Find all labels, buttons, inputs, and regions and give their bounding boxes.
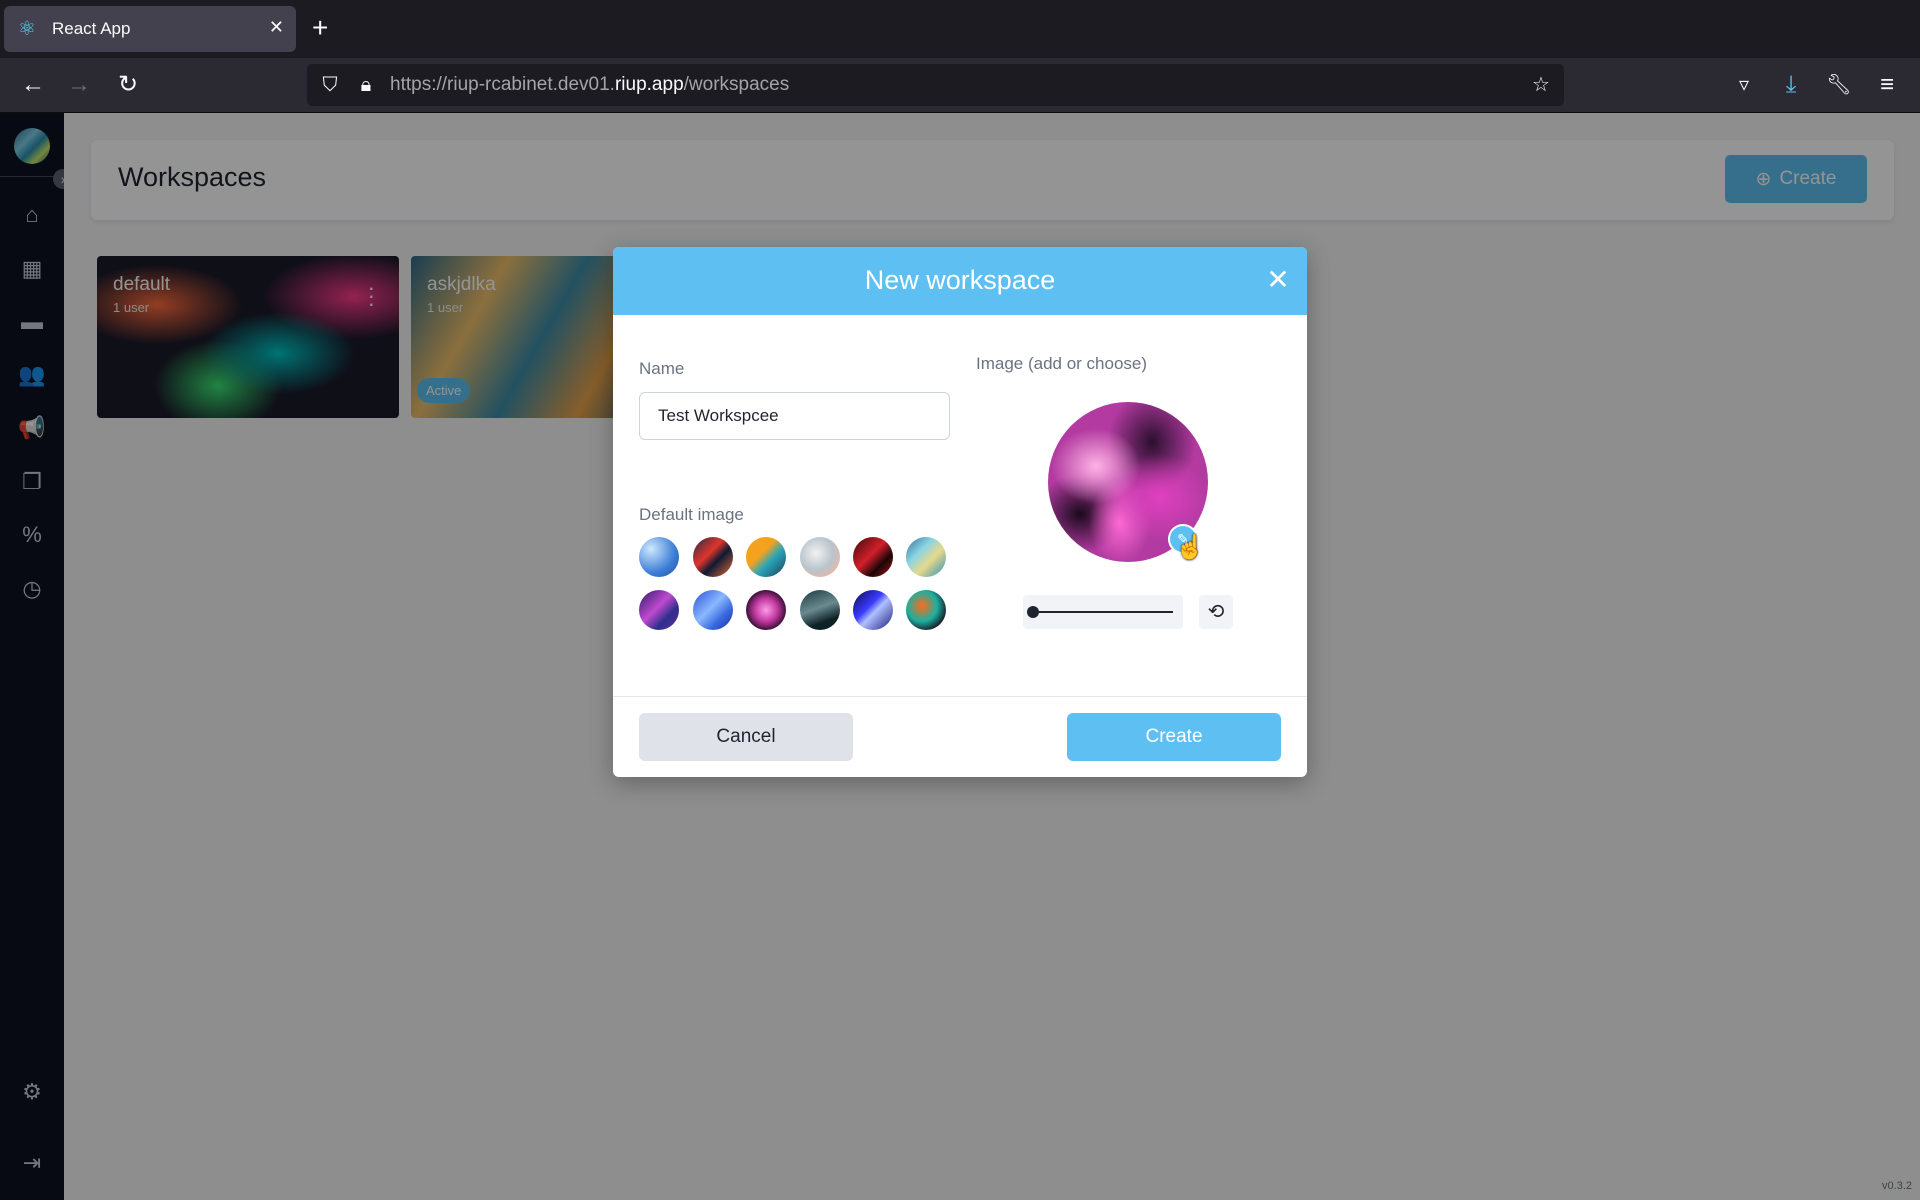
default-image-label: Default image [639,505,744,524]
pointer-cursor-icon: ☝ [1175,534,1205,561]
modal-footer-divider [613,696,1307,697]
default-image-option[interactable] [800,590,840,630]
pocket-icon[interactable]: ▿ [1729,70,1759,100]
create-button[interactable]: Create [1067,713,1281,761]
default-image-option[interactable] [906,537,946,577]
new-tab-icon[interactable]: + [312,14,328,42]
cancel-button[interactable]: Cancel [639,713,853,761]
tab-close-icon[interactable]: ✕ [269,17,284,38]
image-label: Image (add or choose) [976,354,1148,373]
shield-icon[interactable]: ⛉ [318,73,342,97]
browser-tab-bar: ⚛ React App ✕ + [0,0,1920,58]
zoom-slider-track [1033,611,1173,613]
react-icon: ⚛ [18,18,36,40]
zoom-slider[interactable] [1023,595,1183,629]
default-image-option[interactable] [853,590,893,630]
name-label: Name [639,359,685,378]
new-workspace-modal: New workspace ✕ Name Default image Image… [613,247,1307,777]
back-icon[interactable]: ← [18,70,48,100]
tab-title: React App [52,19,131,38]
zoom-slider-handle[interactable] [1027,606,1039,618]
reload-icon[interactable]: ↻ [113,70,143,100]
download-icon[interactable]: ⤓ [1776,70,1806,100]
default-image-option[interactable] [853,537,893,577]
default-image-option[interactable] [746,590,786,630]
url-bar[interactable]: ⛉ 🔒︎ https://riup-rcabinet.dev01.riup.ap… [307,64,1564,106]
default-image-option[interactable] [800,537,840,577]
browser-nav-bar: ← → ↻ ⛉ 🔒︎ https://riup-rcabinet.dev01.r… [0,58,1920,113]
default-image-option[interactable] [639,590,679,630]
rotate-icon[interactable]: ⟲ [1199,595,1233,629]
modal-title: New workspace [864,265,1056,295]
lock-icon[interactable]: 🔒︎ [354,73,378,97]
workspace-name-input[interactable] [639,392,950,440]
forward-icon[interactable]: → [64,70,94,100]
default-image-option[interactable] [639,537,679,577]
wrench-icon[interactable]: 🔧︎ [1824,70,1854,100]
url-text[interactable]: https://riup-rcabinet.dev01.riup.app/wor… [390,74,789,96]
default-image-option[interactable] [746,537,786,577]
close-icon[interactable]: ✕ [1263,265,1293,295]
default-image-option[interactable] [693,537,733,577]
default-image-option[interactable] [693,590,733,630]
menu-icon[interactable]: ≡ [1872,70,1902,100]
browser-tab[interactable]: ⚛ React App ✕ [4,6,296,52]
modal-header: New workspace ✕ [613,247,1307,315]
bookmark-star-icon[interactable]: ☆ [1529,73,1553,97]
default-image-option[interactable] [906,590,946,630]
